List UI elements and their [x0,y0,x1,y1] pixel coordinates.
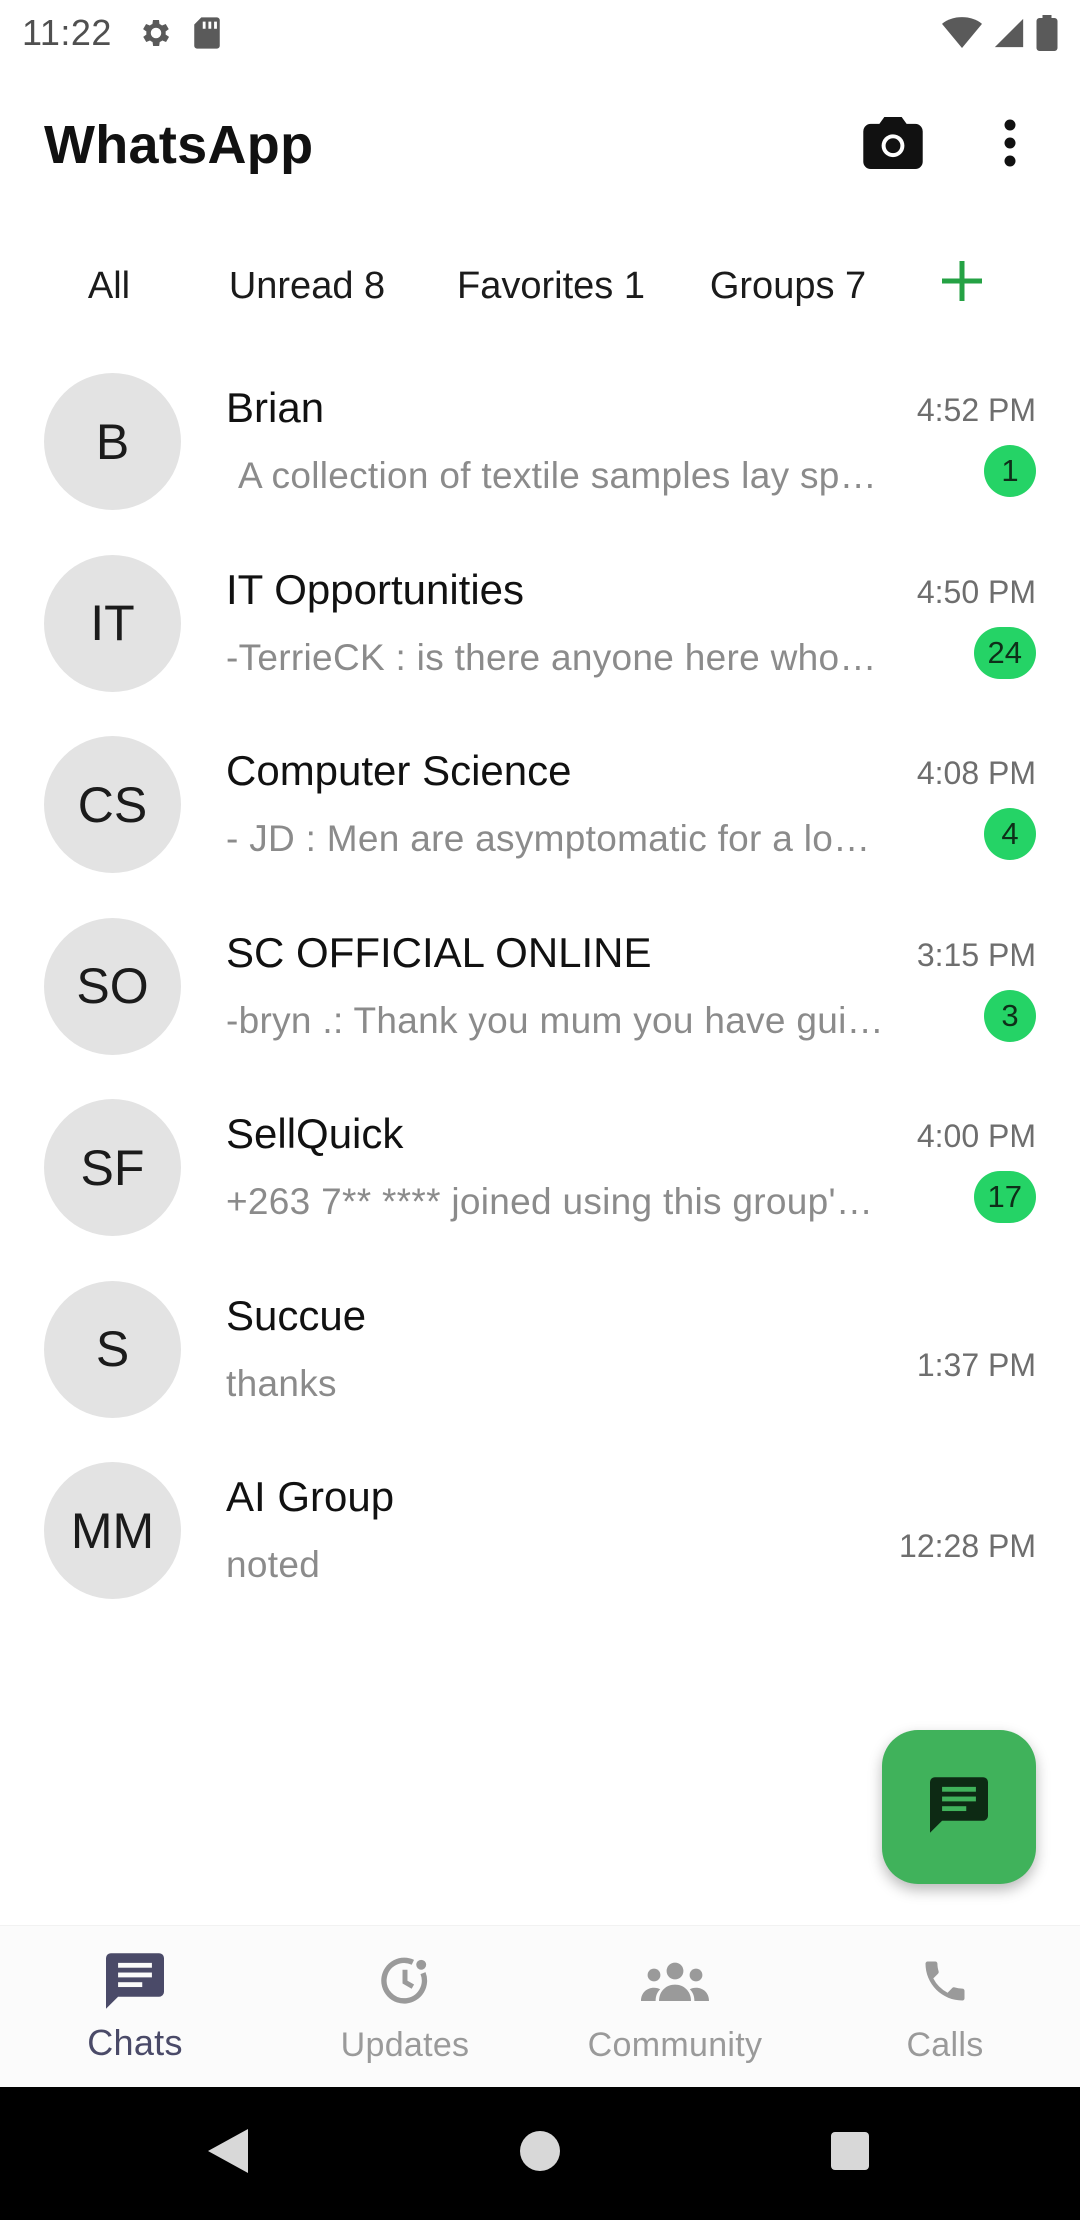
back-icon [206,2127,250,2180]
gear-icon [138,15,174,51]
chat-preview: noted [226,1544,321,1585]
system-home-button[interactable] [495,2108,585,2198]
nav-icon-wrapper [378,1950,432,2016]
chat-row-sc-official-online[interactable]: SO SC OFFICIAL ONLINE -bryn .: Thank you… [0,915,1080,1097]
system-navigation-bar [0,2087,1080,2220]
chat-name: Computer Science [226,747,572,794]
app-actions [860,112,1036,178]
chat-row-sellquick[interactable]: SF SellQuick +263 7** **** joined using … [0,1096,1080,1278]
bottom-navigation: Chats Updates Community Calls [0,1925,1080,2087]
calls-icon [919,1955,971,2012]
avatar[interactable]: SO [44,917,181,1055]
chat-name: AI Group [226,1473,395,1520]
unread-badge: 1 [984,445,1036,497]
avatar[interactable]: S [44,1280,181,1418]
nav-label: Chats [87,2022,183,2063]
chat-row-brian[interactable]: B Brian A collection of textile samples … [0,370,1080,552]
avatar[interactable]: B [44,373,181,510]
status-time: 11:22 [22,12,112,53]
filter-favorites[interactable]: Favorites 1 [440,248,662,324]
new-chat-button[interactable] [882,1730,1036,1884]
chat-name: IT Opportunities [226,565,525,613]
add-filter-button[interactable] [924,248,1000,324]
chat-list: B Brian A collection of textile samples … [0,370,1080,1641]
chat-row-ai-group[interactable]: MM AI Group noted 12:28 PM [0,1459,1080,1641]
chat-time: 4:00 PM [916,1118,1036,1154]
avatar[interactable]: CS [44,736,181,873]
community-icon [641,1961,709,2006]
chat-time: 1:37 PM [916,1346,1036,1383]
filter-unread[interactable]: Unread 8 [202,248,412,324]
unread-badge: 4 [984,808,1036,860]
nav-chats[interactable]: Chats [0,1926,270,2087]
nav-icon-wrapper [106,1950,164,2016]
system-recents-button[interactable] [805,2108,895,2198]
chat-time: 4:08 PM [916,755,1036,791]
plus-icon [940,259,984,313]
nav-label: Community [587,2026,763,2064]
nav-calls[interactable]: Calls [810,1926,1080,2087]
chat-time: 4:50 PM [916,573,1036,610]
unread-badge: 24 [973,626,1036,679]
avatar[interactable]: SF [44,1099,181,1236]
chat-preview: -bryn .: Thank you mum you have guided u… [226,999,886,1041]
unread-badge: 3 [984,989,1036,1042]
wifi-icon [942,16,982,50]
chat-time: 4:52 PM [916,392,1036,428]
chat-preview: - JD : Men are asymptomatic for a long t… [226,818,886,859]
avatar[interactable]: IT [44,554,181,692]
new-chat-icon [930,1776,988,1838]
more-vertical-icon [1003,119,1017,172]
nav-icon-wrapper [641,1950,709,2016]
chat-time: 3:15 PM [916,936,1036,973]
chat-name: Brian [226,384,325,431]
chat-name: Succue [226,1291,367,1339]
battery-icon [1036,15,1058,51]
chat-preview: +263 7** **** joined using this group's … [226,1181,886,1222]
nav-label: Calls [906,2026,984,2064]
chat-row-it-opportunities[interactable]: IT IT Opportunities -TerrieCK : is there… [0,552,1080,734]
recents-icon [830,2131,870,2176]
camera-icon [863,116,923,174]
chat-row-succue[interactable]: S Succue thanks 1:37 PM [0,1278,1080,1460]
chat-preview: A collection of textile samples lay spre… [238,455,886,496]
chat-time: 12:28 PM [899,1528,1036,1564]
chat-preview: -TerrieCK : is there anyone here who can… [226,636,886,678]
nav-icon-wrapper [919,1950,971,2016]
chat-name: SC OFFICIAL ONLINE [226,928,652,976]
signal-icon [992,16,1026,50]
camera-button[interactable] [860,112,926,178]
nav-label: Updates [340,2026,470,2064]
sd-card-icon [192,16,222,50]
chat-preview: thanks [226,1362,337,1404]
status-icons-right [942,15,1058,51]
chats-icon [106,1952,164,2014]
nav-updates[interactable]: Updates [270,1926,540,2087]
app-bar: WhatsApp [0,100,1080,190]
chat-row-computer-science[interactable]: CS Computer Science - JD : Men are asymp… [0,733,1080,915]
status-bar: 11:22 [0,0,1080,66]
filter-groups[interactable]: Groups 7 [690,248,886,324]
chat-name: SellQuick [226,1110,404,1157]
home-icon [519,2130,561,2177]
more-options-button[interactable] [990,112,1030,178]
filter-all[interactable]: All [44,248,174,324]
updates-icon [378,1954,432,2013]
status-icons-left [138,15,222,51]
app-title: WhatsApp [44,115,314,175]
system-back-button[interactable] [183,2108,273,2198]
nav-community[interactable]: Community [540,1926,810,2087]
unread-badge: 17 [973,1171,1036,1223]
filter-chips: All Unread 8 Favorites 1 Groups 7 [0,248,1080,324]
avatar[interactable]: MM [44,1462,181,1599]
